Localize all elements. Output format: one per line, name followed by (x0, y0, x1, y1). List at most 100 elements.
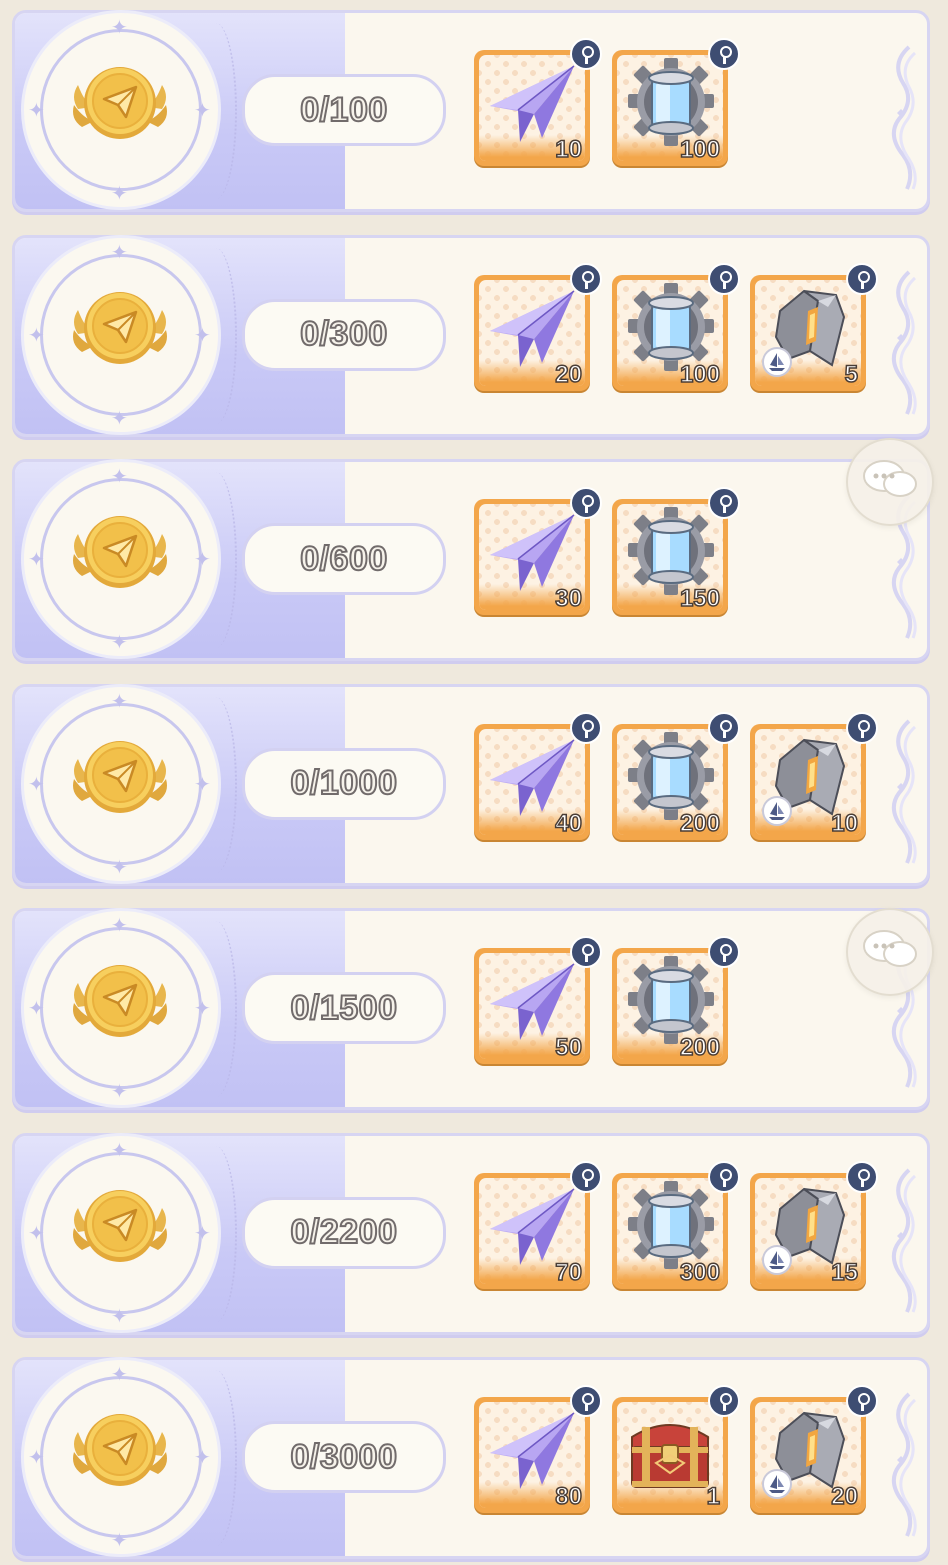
medal-frame: ✦ ✦ ✦ ✦ (24, 13, 218, 207)
sparkle-icon: ✦ (111, 1528, 128, 1552)
reward-item[interactable]: 100 (612, 262, 740, 391)
milestone-row: ✦ ✦ ✦ ✦ 0/600 30 150 (12, 459, 930, 661)
medal-frame: ✦ ✦ ✦ ✦ (24, 911, 218, 1105)
reward-item[interactable]: 300 (612, 1160, 740, 1289)
info-icon[interactable] (570, 487, 602, 519)
paper-plane-icon (482, 954, 582, 1046)
reward-item[interactable]: 70 (474, 1160, 602, 1289)
swirl-decoration-icon (885, 1390, 921, 1540)
reward-quantity: 1 (706, 1482, 721, 1511)
reward-item[interactable]: 40 (474, 711, 602, 840)
milestone-progress: 0/300 (242, 298, 446, 371)
reward-item[interactable]: 5 (750, 262, 878, 391)
chat-bubble-button[interactable] (846, 438, 934, 526)
reward-quantity: 5 (844, 360, 859, 389)
chat-bubble-button[interactable] (846, 908, 934, 996)
boat-icon (762, 1469, 792, 1499)
reward-item[interactable]: 20 (474, 262, 602, 391)
reward-list: 70 300 15 (474, 1160, 878, 1289)
reward-item[interactable]: 10 (750, 711, 878, 840)
reward-item[interactable]: 200 (612, 711, 740, 840)
reward-quantity: 30 (555, 584, 583, 613)
gold-plane-medal-icon (68, 57, 172, 157)
swirl-decoration-icon (885, 1166, 921, 1316)
milestone-row: ✦ ✦ ✦ ✦ 0/2200 70 300 15 (12, 1132, 930, 1335)
info-icon[interactable] (708, 38, 740, 70)
paper-plane-icon (482, 56, 582, 148)
milestone-progress: 0/1500 (242, 972, 446, 1044)
sparkle-icon: ✦ (111, 1079, 128, 1103)
sparkle-icon: ✦ (194, 1445, 211, 1469)
info-icon[interactable] (570, 936, 602, 968)
info-icon[interactable] (708, 487, 740, 519)
info-icon[interactable] (708, 711, 740, 744)
info-icon[interactable] (846, 1160, 878, 1193)
reward-item[interactable]: 80 (474, 1385, 602, 1513)
gear-canister-icon (620, 281, 720, 373)
swirl-decoration-icon (885, 717, 921, 867)
sparkle-icon: ✦ (28, 547, 45, 571)
info-icon[interactable] (708, 936, 740, 968)
milestone-row: ✦ ✦ ✦ ✦ 0/1000 40 200 10 (12, 683, 930, 886)
gold-plane-medal-icon (68, 1180, 172, 1280)
reward-list: 40 200 10 (474, 711, 878, 840)
info-icon[interactable] (570, 1160, 602, 1193)
sparkle-icon: ✦ (111, 913, 128, 937)
boat-icon (762, 346, 792, 377)
milestone-progress: 0/3000 (242, 1421, 446, 1493)
reward-list: 10 100 (474, 38, 740, 166)
reward-item[interactable]: 50 (474, 936, 602, 1064)
milestone-row: ✦ ✦ ✦ ✦ 0/300 20 100 5 (12, 234, 930, 437)
info-icon[interactable] (708, 1160, 740, 1193)
info-icon[interactable] (570, 1385, 602, 1417)
reward-quantity: 50 (555, 1033, 583, 1062)
info-icon[interactable] (846, 711, 878, 744)
gear-canister-icon (620, 56, 720, 148)
info-icon[interactable] (846, 1385, 878, 1417)
gold-plane-medal-icon (68, 955, 172, 1055)
reward-item[interactable]: 15 (750, 1160, 878, 1289)
milestone-row: ✦ ✦ ✦ ✦ 0/3000 80 1 20 (12, 1357, 930, 1559)
paper-plane-icon (482, 505, 582, 597)
reward-item[interactable]: 30 (474, 487, 602, 615)
info-icon[interactable] (708, 1385, 740, 1417)
paper-plane-icon (482, 1179, 582, 1271)
treasure-chest-icon (620, 1403, 720, 1495)
sparkle-icon: ✦ (194, 98, 211, 122)
info-icon[interactable] (708, 262, 740, 295)
gear-canister-icon (620, 954, 720, 1046)
reward-item[interactable]: 150 (612, 487, 740, 615)
sparkle-icon: ✦ (111, 1362, 128, 1386)
reward-quantity: 300 (679, 1258, 721, 1287)
reward-item[interactable]: 100 (612, 38, 740, 166)
gold-plane-medal-icon (68, 506, 172, 606)
paper-plane-icon (482, 281, 582, 373)
medal-frame: ✦ ✦ ✦ ✦ (24, 237, 218, 432)
sparkle-icon: ✦ (111, 688, 128, 713)
swirl-decoration-icon (885, 43, 921, 193)
reward-item[interactable]: 1 (612, 1385, 740, 1513)
sparkle-icon: ✦ (28, 996, 45, 1020)
reward-item[interactable]: 20 (750, 1385, 878, 1513)
reward-quantity: 15 (831, 1258, 859, 1287)
reward-quantity: 20 (555, 360, 583, 389)
medal-frame: ✦ ✦ ✦ ✦ (24, 462, 218, 656)
milestone-progress: 0/600 (242, 523, 446, 595)
info-icon[interactable] (570, 38, 602, 70)
info-icon[interactable] (570, 262, 602, 295)
info-icon[interactable] (846, 262, 878, 295)
reward-quantity: 10 (831, 809, 859, 838)
reward-quantity: 200 (679, 1033, 721, 1062)
reward-item[interactable]: 10 (474, 38, 602, 166)
info-icon[interactable] (570, 711, 602, 744)
sparkle-icon: ✦ (194, 1220, 211, 1245)
reward-list: 20 100 5 (474, 262, 878, 391)
reward-quantity: 150 (679, 584, 721, 613)
sparkle-icon: ✦ (111, 239, 128, 264)
sparkle-icon: ✦ (111, 181, 128, 205)
gear-canister-icon (620, 1179, 720, 1271)
sparkle-icon: ✦ (111, 464, 128, 488)
chat-icon (863, 460, 917, 497)
medal-frame: ✦ ✦ ✦ ✦ (24, 1135, 218, 1330)
reward-item[interactable]: 200 (612, 936, 740, 1064)
